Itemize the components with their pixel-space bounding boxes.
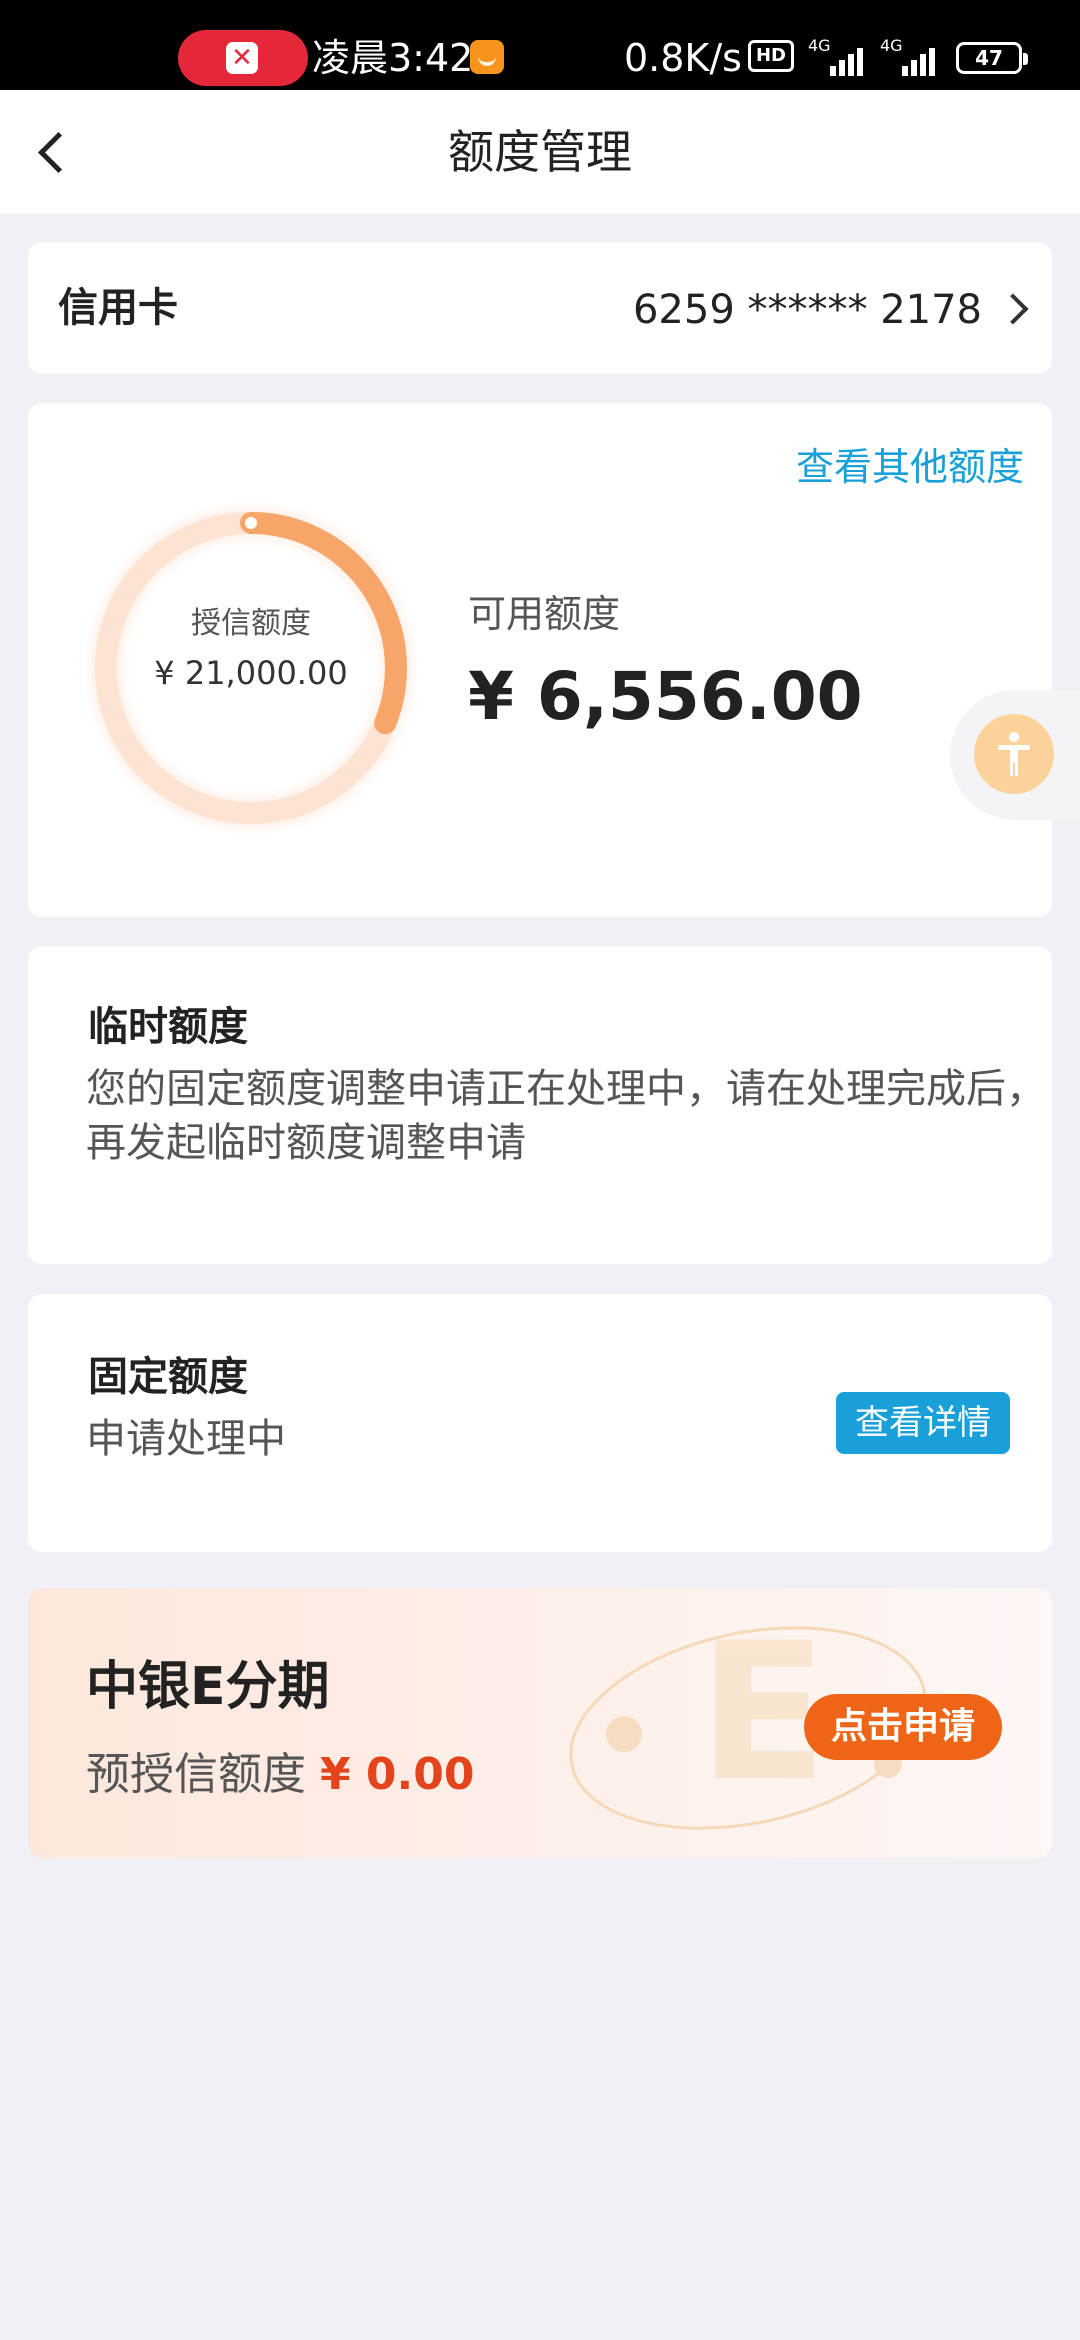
temporary-limit-title: 临时额度 — [88, 1004, 248, 1050]
app-notification-icon — [470, 40, 504, 74]
page-title: 额度管理 — [448, 125, 632, 179]
apply-button[interactable]: 点击申请 — [804, 1694, 1002, 1760]
nav-bar: 额度管理 — [0, 90, 1080, 214]
pre-approved-line: 预授信额度 ¥ 0.00 — [86, 1746, 475, 1804]
accessibility-icon — [974, 714, 1054, 794]
available-limit-label: 可用额度 — [468, 592, 621, 636]
installment-title: 中银E分期 — [86, 1657, 330, 1717]
signal-icon: 4G — [880, 36, 944, 78]
available-limit-value: ¥ 6,556.00 — [468, 658, 863, 735]
installment-card[interactable]: E 中银E分期 预授信额度 ¥ 0.00 点击申请 — [28, 1588, 1052, 1858]
fixed-limit-title: 固定额度 — [88, 1354, 248, 1400]
credit-card-label: 信用卡 — [58, 285, 178, 331]
pre-approved-amount: ¥ 0.00 — [320, 1749, 475, 1800]
accessibility-float-button[interactable] — [950, 690, 1080, 820]
granted-limit-value: ¥ 21,000.00 — [154, 654, 348, 692]
fixed-limit-card: 固定额度 申请处理中 查看详情 — [28, 1294, 1052, 1552]
ring-start-dot — [245, 517, 257, 529]
signal-icon: 4G — [808, 36, 872, 78]
status-bar: ✕ 凌晨3:42 0.8K/s HD 4G 4G 47 — [0, 0, 1080, 90]
screen-record-indicator[interactable]: ✕ — [178, 30, 308, 86]
hd-icon: HD — [748, 40, 794, 72]
pre-approved-label: 预授信额度 — [86, 1749, 306, 1800]
temporary-limit-description: 您的固定额度调整申请正在处理中，请在处理完成后，再发起临时额度调整申请 — [86, 1066, 1046, 1166]
card-number: 6259 ****** 2178 — [632, 287, 982, 333]
view-other-limits-link[interactable]: 查看其他额度 — [796, 441, 1024, 493]
temporary-limit-card: 临时额度 您的固定额度调整申请正在处理中，请在处理完成后，再发起临时额度调整申请 — [28, 946, 1052, 1264]
status-time: 凌晨3:42 — [312, 36, 474, 80]
battery-icon: 47 — [956, 42, 1028, 74]
chevron-right-icon — [997, 293, 1029, 325]
credit-card-selector[interactable]: 信用卡 6259 ****** 2178 — [28, 242, 1052, 374]
fixed-limit-status: 申请处理中 — [86, 1416, 286, 1462]
close-icon: ✕ — [226, 42, 258, 74]
view-details-button[interactable]: 查看详情 — [836, 1392, 1010, 1454]
network-speed: 0.8K/s — [624, 36, 742, 80]
granted-limit-label: 授信额度 — [191, 606, 311, 641]
limit-overview-card: 查看其他额度 授信额度 ¥ 21,000.00 可用额度 ¥ 6,556.00 — [28, 403, 1052, 917]
